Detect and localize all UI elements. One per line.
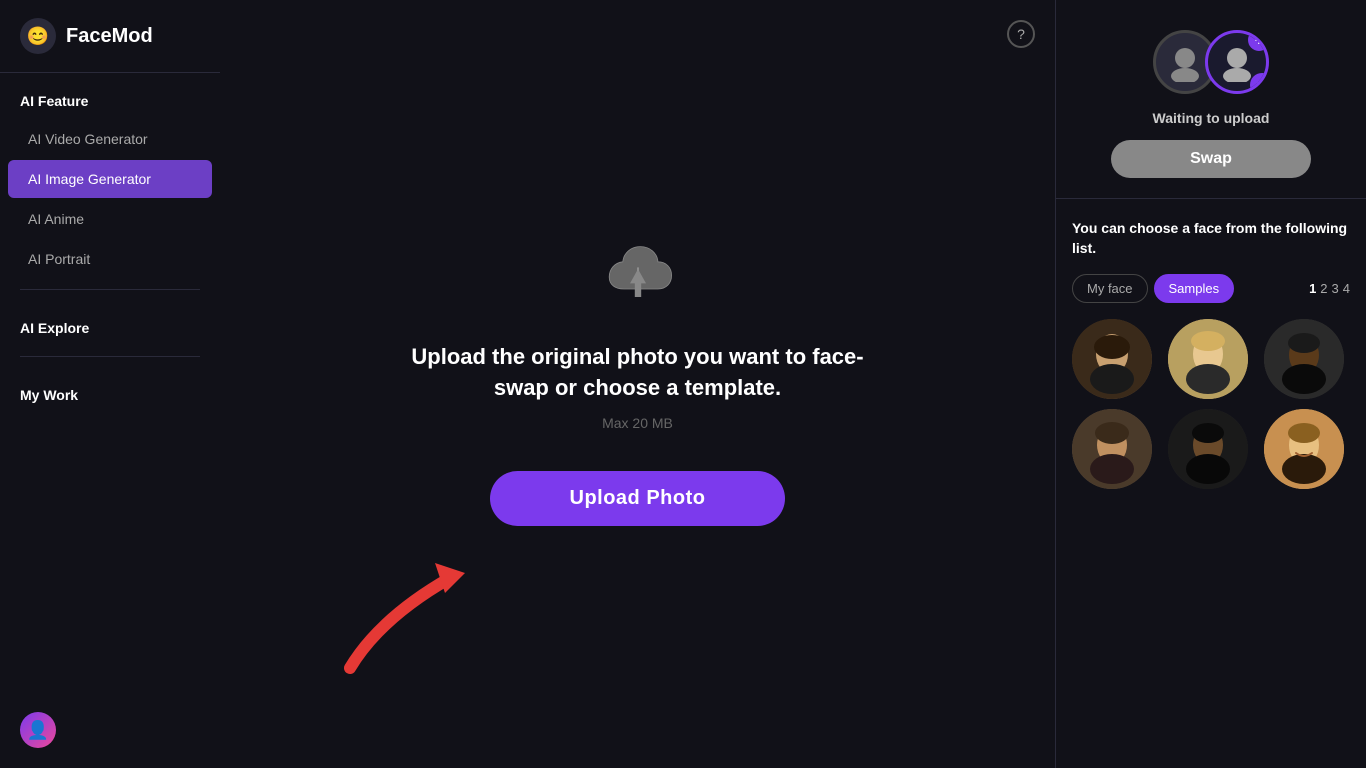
sidebar-item-label: AI Video Generator xyxy=(28,131,148,147)
face-swap-header: + ⇄ Waiting to upload Swap xyxy=(1056,0,1366,199)
main-content: ? Upload the original photo you want to … xyxy=(220,0,1366,768)
page-2[interactable]: 2 xyxy=(1320,281,1327,296)
face-sample-6[interactable] xyxy=(1264,409,1344,489)
sidebar-item-label: AI Anime xyxy=(28,211,84,227)
face-grid xyxy=(1072,319,1350,489)
sidebar-item-ai-portrait[interactable]: AI Portrait xyxy=(8,240,212,278)
sidebar-bottom: 👤 xyxy=(0,692,220,768)
section-ai-explore: AI Explore xyxy=(0,300,220,346)
help-icon[interactable]: ? xyxy=(1007,20,1035,48)
right-panel: + ⇄ Waiting to upload Swap You can choos… xyxy=(1056,0,1366,768)
section-ai-feature: AI Feature xyxy=(0,73,220,119)
logo-icon: 😊 xyxy=(20,18,56,54)
upload-title: Upload the original photo you want to fa… xyxy=(388,342,888,404)
page-4[interactable]: 4 xyxy=(1343,281,1350,296)
upload-subtitle: Max 20 MB xyxy=(602,415,673,431)
swap-button[interactable]: Swap xyxy=(1111,140,1311,178)
swap-badge: ⇄ xyxy=(1250,73,1269,94)
face-sample-4[interactable] xyxy=(1072,409,1152,489)
sidebar-item-label: AI Image Generator xyxy=(28,171,151,187)
divider xyxy=(20,289,200,290)
face-avatars: + ⇄ xyxy=(1153,30,1269,94)
divider2 xyxy=(20,356,200,357)
face-sample-3[interactable] xyxy=(1264,319,1344,399)
face-tabs: My face Samples 1 2 3 4 xyxy=(1072,274,1350,303)
tab-my-face[interactable]: My face xyxy=(1072,274,1148,303)
sidebar: 😊 FaceMod AI Feature AI Video Generator … xyxy=(0,0,220,768)
sidebar-item-label: AI Portrait xyxy=(28,251,90,267)
upload-cloud-icon xyxy=(598,242,678,312)
face-sample-2[interactable] xyxy=(1168,319,1248,399)
face-chooser: You can choose a face from the following… xyxy=(1056,199,1366,768)
page-3[interactable]: 3 xyxy=(1332,281,1339,296)
arrow-annotation xyxy=(320,518,520,683)
add-face-badge: + xyxy=(1248,30,1269,51)
face-chooser-title: You can choose a face from the following… xyxy=(1072,219,1350,258)
upload-section: ? Upload the original photo you want to … xyxy=(220,0,1056,768)
user-avatar[interactable]: 👤 xyxy=(20,712,56,748)
section-my-work: My Work xyxy=(0,367,220,413)
logo-text: FaceMod xyxy=(66,25,153,48)
waiting-status: Waiting to upload xyxy=(1153,110,1270,126)
page-numbers: 1 2 3 4 xyxy=(1309,281,1350,296)
sidebar-item-ai-video-generator[interactable]: AI Video Generator xyxy=(8,120,212,158)
page-1[interactable]: 1 xyxy=(1309,281,1316,296)
sidebar-item-ai-image-generator[interactable]: AI Image Generator xyxy=(8,160,212,198)
upload-photo-button[interactable]: Upload Photo xyxy=(490,471,786,526)
logo-area: 😊 FaceMod xyxy=(0,0,220,73)
target-face-avatar[interactable]: + ⇄ xyxy=(1205,30,1269,94)
tab-samples[interactable]: Samples xyxy=(1154,274,1235,303)
face-sample-1[interactable] xyxy=(1072,319,1152,399)
sidebar-item-ai-anime[interactable]: AI Anime xyxy=(8,200,212,238)
face-sample-5[interactable] xyxy=(1168,409,1248,489)
